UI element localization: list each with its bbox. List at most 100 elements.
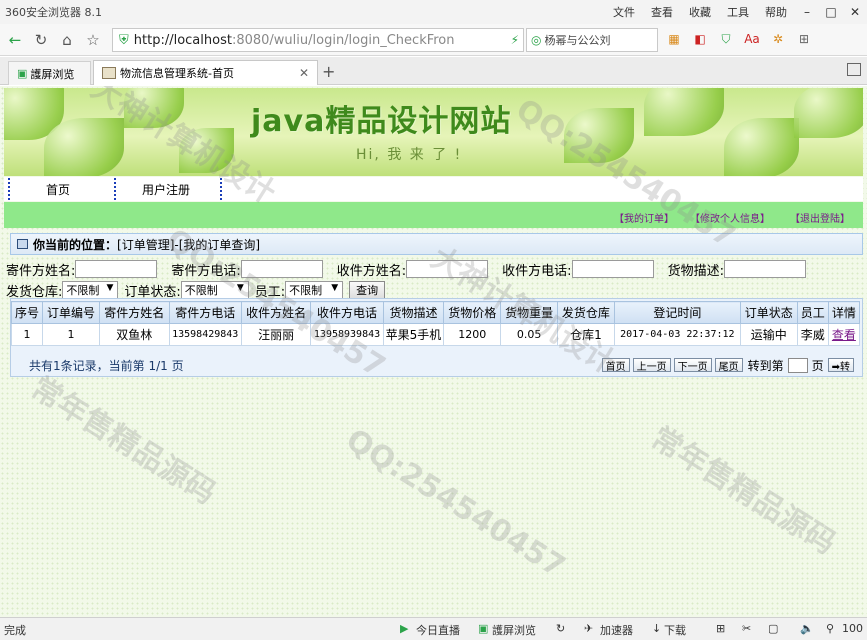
receiver-name-input[interactable] <box>406 260 489 278</box>
new-tab-icon[interactable]: + <box>322 62 335 81</box>
goods-desc-label: 货物描述: <box>667 263 724 279</box>
first-page-button[interactable]: 首页 <box>601 358 630 373</box>
bookmark-icon[interactable]: ◧ <box>691 30 709 48</box>
nav-register[interactable]: 用户注册 <box>142 181 190 198</box>
prev-page-button[interactable]: 上一页 <box>632 358 671 373</box>
table-header-row: 序号 订单编号 寄件方姓名 寄件方电话 收件方姓名 收件方电话 货物描述 货物价… <box>10 301 861 324</box>
col-header: 员工 <box>796 301 829 324</box>
rocket-icon[interactable]: ✈ <box>584 622 593 635</box>
home-icon[interactable]: ⌂ <box>56 29 78 51</box>
leaf-decoration <box>724 118 799 176</box>
col-header: 发货仓库 <box>557 301 615 324</box>
download-icon[interactable]: ↓ <box>652 622 661 635</box>
cell-order-status: 运输中 <box>739 323 798 346</box>
tab-secure-browse[interactable]: ▣ 護屏浏览 <box>8 61 91 85</box>
cell-sender-phone: 13598429843 <box>168 323 242 346</box>
banner-subtitle: Hi, 我 来 了 ! <box>356 147 463 163</box>
search-input[interactable]: ◎ 杨幂与公公刘 <box>526 28 658 52</box>
tools-icon[interactable]: ✲ <box>769 30 787 48</box>
grid-icon[interactable]: ⊞ <box>795 30 813 48</box>
last-page-button[interactable]: 尾页 <box>714 358 743 373</box>
grid-icon[interactable]: ⊞ <box>716 622 725 635</box>
url-host: http://localhost <box>133 32 232 48</box>
translate-icon[interactable]: Aa <box>743 30 761 48</box>
browser-menu-bar: 文件 查看 收藏 工具 帮助 – □ ✕ <box>605 0 867 24</box>
link-logout[interactable]: 【退出登陆】 <box>790 210 850 225</box>
link-my-orders[interactable]: 【我的订单】 <box>614 210 674 225</box>
live-icon[interactable]: ▶ <box>400 622 408 635</box>
col-header: 订单状态 <box>739 301 798 324</box>
apps-icon[interactable]: ▦ <box>665 30 683 48</box>
close-window-icon[interactable]: ✕ <box>846 5 864 19</box>
shield-guard-icon[interactable]: ⛉ <box>717 30 735 48</box>
goto-label: 转到第 <box>747 358 784 373</box>
query-button[interactable]: 查询 <box>349 281 386 299</box>
speaker-icon[interactable]: 🔈 <box>800 622 814 635</box>
back-icon[interactable]: ← <box>4 29 26 51</box>
link-edit-profile[interactable]: 【修改个人信息】 <box>690 210 770 225</box>
warehouse-select[interactable]: 不限制 ▼ <box>62 281 119 299</box>
menu-tools[interactable]: 工具 <box>727 4 749 20</box>
menu-help[interactable]: 帮助 <box>765 4 787 20</box>
location-label: 你当前的位置： <box>33 237 118 252</box>
goods-desc-input[interactable] <box>723 260 806 278</box>
sender-name-input[interactable] <box>75 260 158 278</box>
search-text: 杨幂与公公刘 <box>544 34 611 47</box>
leaf-decoration <box>124 88 184 128</box>
col-header: 订单编号 <box>42 301 100 324</box>
status-download[interactable]: 下载 <box>664 622 686 638</box>
close-tab-icon[interactable]: ✕ <box>299 66 309 80</box>
nav-home[interactable]: 首页 <box>46 181 70 198</box>
menu-file[interactable]: 文件 <box>613 4 635 20</box>
nav-divider <box>8 178 10 200</box>
watermark-text: 常年售精品源码 <box>24 370 222 512</box>
col-header: 详情 <box>827 301 861 324</box>
window-icon[interactable]: ▢ <box>768 622 778 635</box>
sender-name-label: 寄件方姓名: <box>6 263 76 279</box>
tab-logistics-home[interactable]: 物流信息管理系统-首页 ✕ <box>93 60 318 85</box>
banner-title: java精品设计网站 <box>251 104 512 139</box>
page-unit-label: 页 <box>811 358 824 373</box>
status-text: 完成 <box>4 624 26 637</box>
scissors-icon[interactable]: ✂ <box>742 622 751 635</box>
minimize-icon[interactable]: – <box>798 5 816 19</box>
nav-divider <box>220 178 222 200</box>
cell-detail: 查看 <box>827 323 861 346</box>
sender-phone-input[interactable] <box>240 260 323 278</box>
cell-receiver-phone: 13958939843 <box>310 323 384 346</box>
menu-view[interactable]: 查看 <box>651 4 673 20</box>
order-status-select[interactable]: 不限制 ▼ <box>180 281 249 299</box>
warehouse-label: 发货仓库: <box>6 284 63 300</box>
cell-goods-desc: 苹果5手机 <box>382 323 445 346</box>
leaf-decoration <box>794 88 863 138</box>
view-detail-link[interactable]: 查看 <box>832 328 856 342</box>
shield-icon: ⛨ <box>119 32 129 48</box>
status-secure-browse[interactable]: 護屏浏览 <box>492 622 536 638</box>
employee-select[interactable]: 不限制 ▼ <box>285 281 344 299</box>
zoom-icon[interactable]: ⚲ <box>826 622 834 635</box>
restore-tabs-icon[interactable] <box>847 63 861 76</box>
go-button[interactable]: ➡转 <box>827 358 854 373</box>
screen-icon[interactable]: ▣ <box>478 622 488 635</box>
receiver-phone-input[interactable] <box>571 260 654 278</box>
refresh-icon[interactable]: ↻ <box>30 29 52 51</box>
status-accelerator[interactable]: 加速器 <box>600 622 633 638</box>
url-input[interactable]: ⛨ http://localhost:8080/wuliu/login/logi… <box>112 28 524 52</box>
location-icon <box>17 239 28 249</box>
menu-favorites[interactable]: 收藏 <box>689 4 711 20</box>
tab-label: 護屏浏览 <box>30 67 75 81</box>
next-page-button[interactable]: 下一页 <box>673 358 712 373</box>
lightning-icon[interactable]: ⚡ <box>511 33 523 47</box>
page-favicon-icon <box>102 67 116 79</box>
site-banner: java精品设计网站 Hi, 我 来 了 ! <box>4 88 863 176</box>
pagination: 共有1条记录，当前第 1/1 页 首页 上一页 下一页 尾页 转到第 页 ➡转 <box>11 354 862 376</box>
chevron-down-icon: ▼ <box>331 283 339 293</box>
maximize-icon[interactable]: □ <box>822 5 840 19</box>
refresh-icon[interactable]: ↻ <box>556 622 565 635</box>
status-live[interactable]: 今日直播 <box>416 622 460 638</box>
watermark-text: 常年售精品源码 <box>644 420 842 562</box>
star-icon[interactable]: ☆ <box>82 29 104 51</box>
zoom-level[interactable]: 100 <box>842 622 863 635</box>
tab-label: 物流信息管理系统-首页 <box>120 67 234 80</box>
page-number-input[interactable] <box>787 357 808 373</box>
